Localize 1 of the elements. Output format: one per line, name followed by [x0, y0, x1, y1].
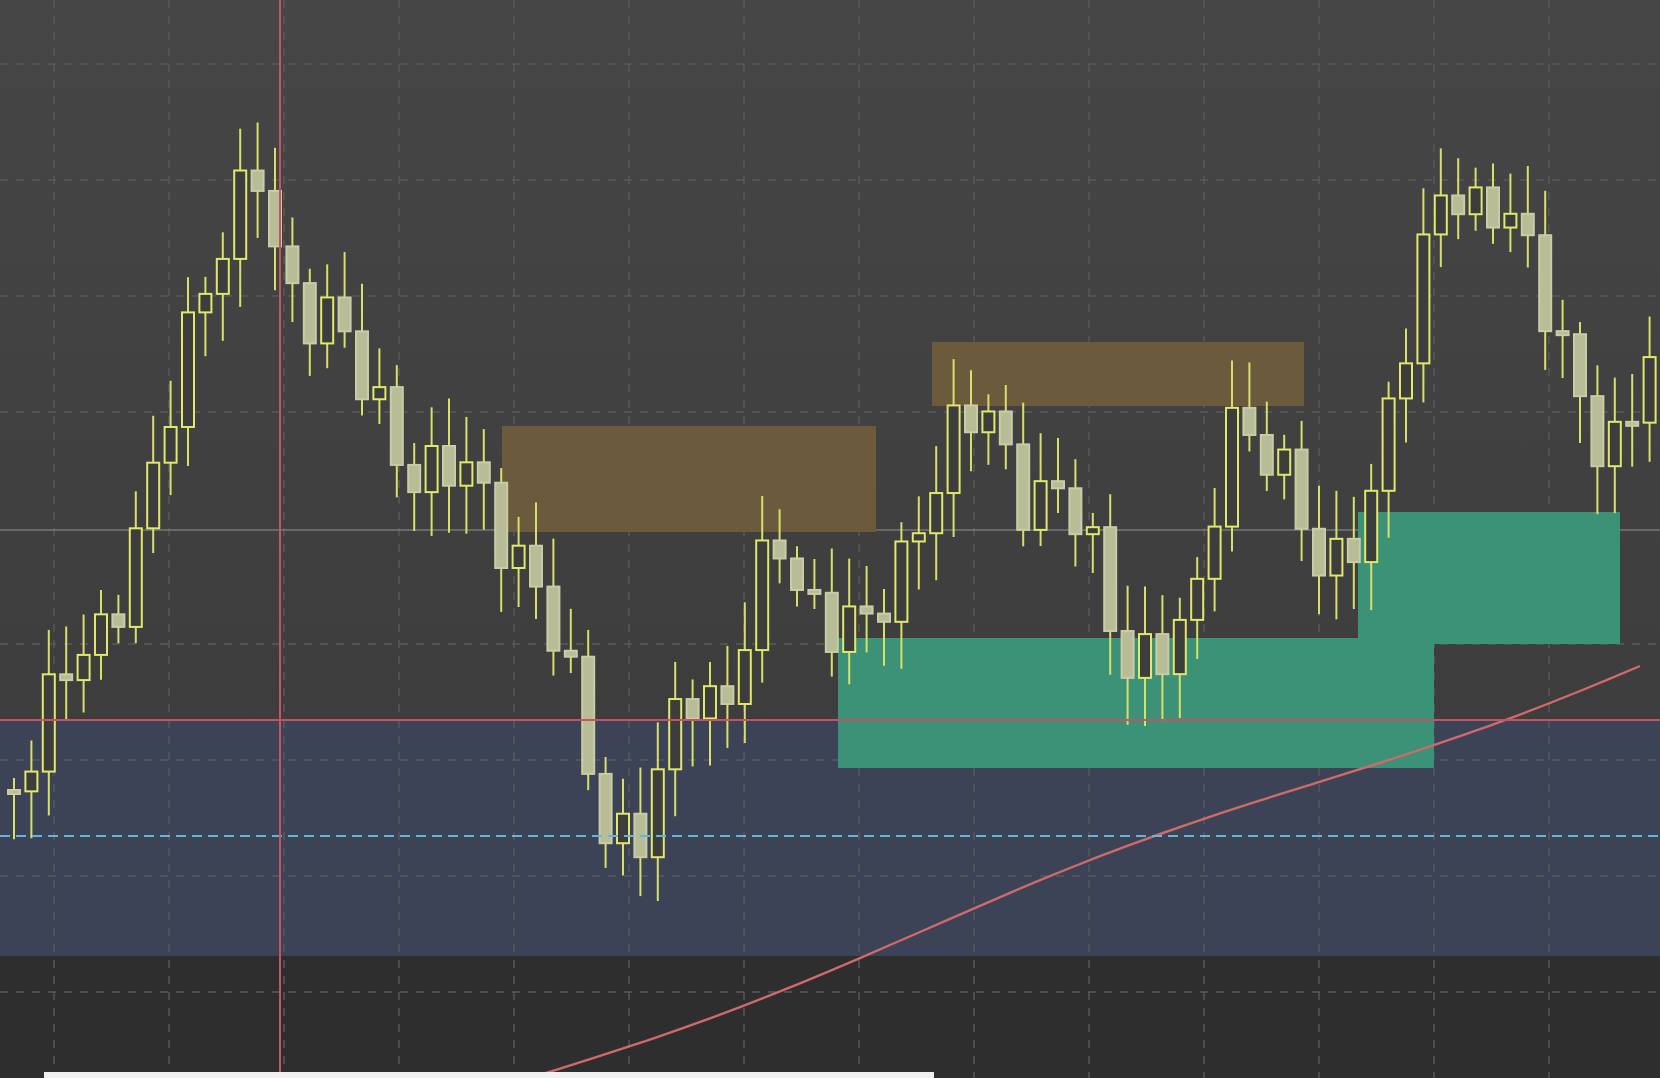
- scrollbar[interactable]: [44, 1072, 934, 1078]
